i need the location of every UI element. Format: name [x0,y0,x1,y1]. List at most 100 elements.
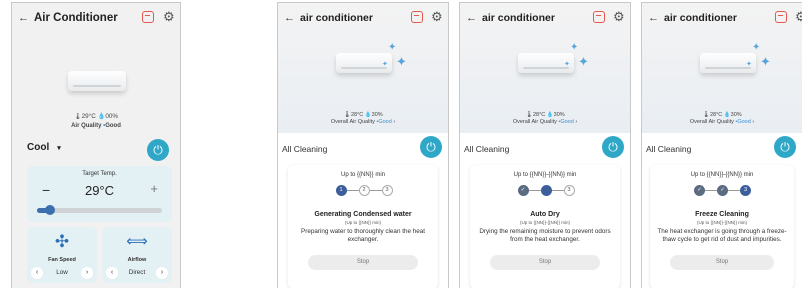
thermometer-icon: 🌡 [525,112,533,118]
fan-speed-card: ✣ Fan Speed ‹ Low › [27,227,97,283]
thermometer-icon: 🌡 [343,112,351,118]
remaining-time: Up to {{NN}}-{{NN}} min [690,172,754,178]
stop-button[interactable]: Stop [490,255,600,270]
humidity-icon: 💧 [723,112,731,118]
airflow-selector: ‹ Direct › [106,267,168,279]
sparkle-icon: ✦ [752,42,761,53]
temp-increase-button[interactable]: + [150,181,158,196]
fan-speed-label: Fan Speed [48,257,76,263]
cleaning-progress-card: Up to {{NN}} min 123 Generating Condense… [288,165,438,288]
air-quality-value: Good [560,119,574,125]
ac-main-screen: ← Air Conditioner ⚙ 🌡29°C 💧00% Air Quali… [11,2,181,288]
cleaning-progress-card: Up to {{NN}}-{{NN}} min ✓ 3 Auto Dry (Up … [470,165,620,288]
target-temp-card: Target Temp. − 29°C + [27,166,172,222]
back-arrow-icon[interactable]: ← [18,12,29,24]
header: ← Air Conditioner ⚙ [12,3,180,37]
thermometer-icon: 🌡 [74,114,82,120]
page-title: Air Conditioner [34,12,118,24]
step-title: Auto Dry [530,211,560,218]
cleaning-screen-step1: ← air conditioner ⚙ ✦ ✦ ✦ 🌡28°C 💧30% Ove… [277,2,449,288]
chevron-right-icon: › [393,119,396,125]
current-humidity: 30% [730,112,742,118]
sparkle-icon: ✦ [564,61,570,68]
stop-button[interactable]: Stop [308,255,418,270]
section-title: All Cleaning [464,144,510,154]
back-arrow-icon[interactable]: ← [648,12,659,24]
remaining-time: Up to {{NN}}-{{NN}} min [513,172,577,178]
gear-icon[interactable]: ⚙ [431,9,443,25]
page-title: air conditioner [300,12,373,24]
airflow-card: ⟺ Airflow ‹ Direct › [102,227,172,283]
current-temp: 29°C [81,113,96,120]
air-quality-link[interactable]: Overall Air Quality •Good › [642,119,802,125]
step-dot-2 [540,185,552,196]
power-button[interactable]: ⏻ [420,136,442,158]
stop-button[interactable]: Stop [670,255,774,270]
sparkle-icon: ✦ [578,54,589,69]
step-title: Generating Condensed water [314,211,412,218]
humidity-icon: 💧 [364,112,372,118]
target-temp-label: Target Temp. [82,171,117,177]
sparkle-icon: ✦ [396,54,407,69]
current-humidity: 30% [553,112,565,118]
current-humidity: 00% [105,113,118,120]
cleaning-screen-step2: ← air conditioner ⚙ ✦ ✦ ✦ 🌡28°C 💧30% Ove… [459,2,631,288]
step-dot-1: ✓ [694,185,705,196]
air-quality: Air Quality •Good [12,123,180,129]
mode-label: Cool [27,142,50,153]
mode-selector[interactable]: Cool ▾ [27,142,61,153]
sparkle-icon: ✦ [388,42,397,53]
temp-slider[interactable] [37,205,162,215]
sparkle-icon: ✦ [760,54,771,69]
step-indicator: ✓ 3 [470,185,620,197]
fan-next-button[interactable]: › [81,267,93,279]
back-arrow-icon[interactable]: ← [466,12,477,24]
fan-icon: ✣ [54,232,70,251]
step-connector [728,190,740,191]
power-button[interactable]: ⏻ [602,136,624,158]
air-quality-value: Good [105,123,121,129]
gear-icon[interactable]: ⚙ [163,9,175,25]
current-temp: 28°C [350,112,364,118]
step-duration: (Up to {{NN}}-{{NN}} min) [696,220,748,225]
current-temp: 28°C [709,112,723,118]
child-lock-icon[interactable] [593,11,605,23]
step-dot-3: 3 [740,185,751,196]
thermometer-icon: 🌡 [702,112,710,118]
child-lock-icon[interactable] [775,11,787,23]
air-quality-link[interactable]: Overall Air Quality •Good › [460,119,630,125]
step-dot-3: 3 [563,185,575,196]
power-button[interactable]: ⏻ [774,136,796,158]
step-indicator: 123 [288,185,438,197]
step-dot-1: ✓ [517,185,529,196]
temp-humidity-readout: 🌡29°C 💧00% [12,112,180,120]
child-lock-icon[interactable] [411,11,423,23]
chevron-down-icon: ▾ [57,145,61,152]
step-description: The heat exchanger is going through a fr… [657,228,787,243]
chevron-right-icon: › [575,119,578,125]
current-temp: 28°C [532,112,546,118]
step-dot-2: ✓ [717,185,728,196]
page-title: air conditioner [482,12,555,24]
header: ← air conditioner ⚙ [460,3,630,37]
slider-handle[interactable] [44,205,55,215]
humidity-icon: 💧 [546,112,554,118]
airflow-icon: ⟺ [126,233,148,250]
airflow-next-button[interactable]: › [156,267,168,279]
step-duration: (Up to {{NN}}-{{NN}} min) [519,220,571,225]
air-quality-link[interactable]: Overall Air Quality •Good › [278,119,448,125]
air-quality-value: Good [737,119,751,125]
cleaning-progress-card: Up to {{NN}}-{{NN}} min ✓ ✓ 3 Freeze Clean… [650,165,794,288]
sparkle-icon: ✦ [382,61,388,68]
page-title: air conditioner [664,12,737,24]
sparkle-icon: ✦ [746,61,752,68]
step-connector [346,190,359,191]
back-arrow-icon[interactable]: ← [284,12,295,24]
header: ← air conditioner ⚙ [642,3,802,37]
header: ← air conditioner ⚙ [278,3,448,37]
gear-icon[interactable]: ⚙ [795,9,802,25]
gear-icon[interactable]: ⚙ [613,9,625,25]
child-lock-icon[interactable] [142,11,154,23]
step-dot-1: 1 [335,185,347,196]
power-button[interactable]: ⏻ [147,139,169,161]
